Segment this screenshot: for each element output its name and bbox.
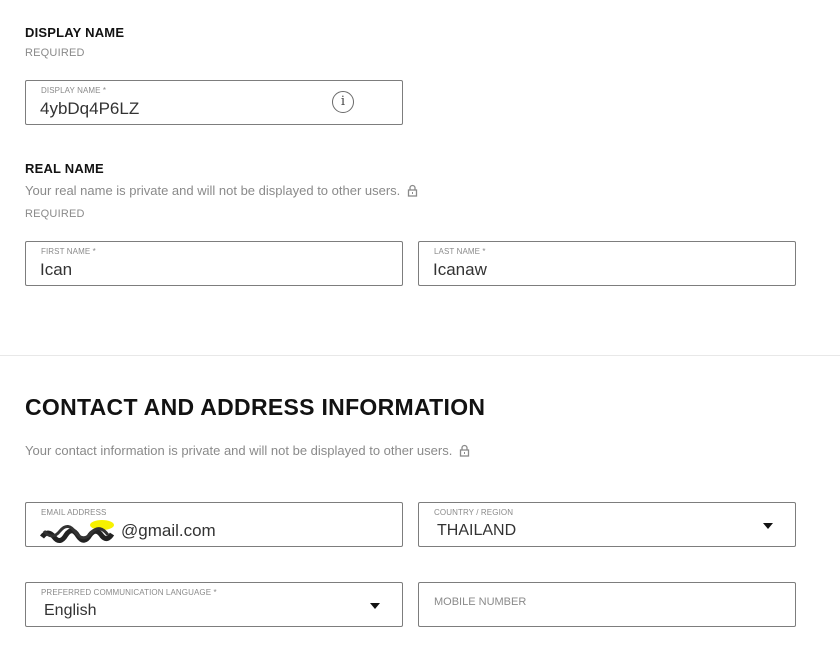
mobile-number-field[interactable]: MOBILE NUMBER — [418, 582, 796, 627]
language-select[interactable]: PREFERRED COMMUNICATION LANGUAGE * Engli… — [25, 582, 403, 627]
mobile-number-placeholder: MOBILE NUMBER — [434, 596, 527, 608]
country-label: COUNTRY / REGION — [434, 508, 514, 517]
contact-description-row: Your contact information is private and … — [25, 443, 470, 458]
lock-icon — [459, 444, 470, 457]
chevron-down-icon[interactable] — [763, 523, 773, 529]
country-select[interactable]: COUNTRY / REGION THAILAND — [418, 502, 796, 547]
email-field[interactable]: EMAIL ADDRESS @gmail.com — [25, 502, 403, 547]
language-label: PREFERRED COMMUNICATION LANGUAGE * — [41, 588, 217, 597]
display-name-required: REQUIRED — [25, 47, 85, 59]
first-name-label: FIRST NAME * — [41, 247, 96, 256]
real-name-heading: REAL NAME — [25, 161, 104, 176]
first-name-value[interactable]: Ican — [40, 260, 72, 280]
last-name-label: LAST NAME * — [434, 247, 486, 256]
display-name-value[interactable]: 4ybDq4P6LZ — [40, 99, 139, 119]
email-value[interactable]: @gmail.com — [121, 521, 216, 541]
language-value: English — [44, 602, 97, 619]
email-label: EMAIL ADDRESS — [41, 508, 107, 517]
last-name-value[interactable]: Icanaw — [433, 260, 487, 280]
real-name-required: REQUIRED — [25, 208, 85, 220]
info-icon[interactable]: i — [332, 91, 354, 113]
contact-description: Your contact information is private and … — [25, 443, 453, 458]
contact-heading: CONTACT AND ADDRESS INFORMATION — [25, 394, 486, 420]
redaction-scribble — [40, 517, 120, 547]
section-divider — [0, 355, 840, 356]
last-name-field[interactable]: LAST NAME * Icanaw — [418, 241, 796, 286]
chevron-down-icon[interactable] — [370, 603, 380, 609]
lock-icon — [407, 184, 418, 197]
first-name-field[interactable]: FIRST NAME * Ican — [25, 241, 403, 286]
real-name-description-row: Your real name is private and will not b… — [25, 183, 418, 198]
display-name-field[interactable]: DISPLAY NAME * 4ybDq4P6LZ i — [25, 80, 403, 125]
display-name-field-label: DISPLAY NAME * — [41, 86, 107, 95]
real-name-description: Your real name is private and will not b… — [25, 183, 401, 198]
display-name-heading: DISPLAY NAME — [25, 25, 125, 40]
country-value: THAILAND — [437, 522, 517, 539]
